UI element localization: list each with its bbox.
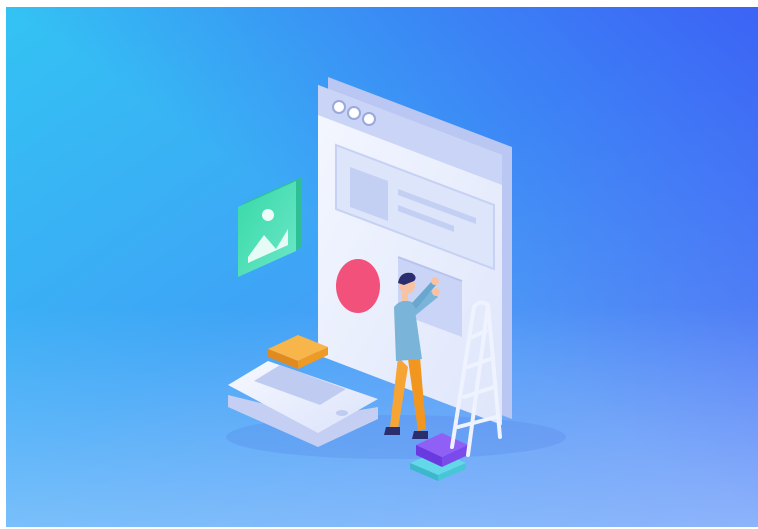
window-dot xyxy=(332,100,346,114)
window-dot xyxy=(362,112,376,126)
red-circle-shape xyxy=(336,259,380,313)
illustration-frame xyxy=(6,7,758,527)
isometric-web-design-illustration xyxy=(6,7,758,527)
window-dot xyxy=(347,106,361,120)
